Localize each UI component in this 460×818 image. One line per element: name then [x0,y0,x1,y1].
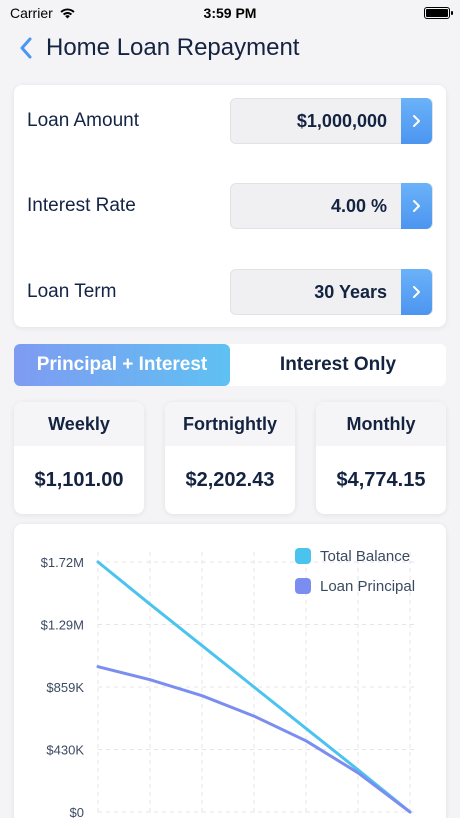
monthly-value: $4,774.15 [336,468,426,491]
status-left: Carrier [10,5,76,21]
interest-rate-arrow-button[interactable] [401,183,432,229]
monthly-label: Monthly [316,402,446,446]
interest-rate-field[interactable]: 4.00 % [230,183,433,229]
y-tick-label: $1.29M [41,618,84,633]
loan-amount-label: Loan Amount [27,110,139,131]
nav-bar: Home Loan Repayment [0,28,460,68]
legend-swatch [295,548,311,564]
legend-label: Loan Principal [320,578,415,595]
legend-swatch [295,578,311,594]
chevron-left-icon [20,37,32,59]
loan-inputs-card: Loan Amount $1,000,000 Interest Rate 4.0… [14,85,446,327]
loan-amount-value: $1,000,000 [296,110,387,131]
y-tick-label: $1.72M [41,555,84,570]
fortnightly-payment-card: Fortnightly $2,202.43 [165,402,295,514]
y-tick-label: $859K [46,680,84,695]
balance-chart-card: $1.72M $1.29M $859K $430K $0 Total Balance Loa… [14,524,446,818]
weekly-value: $1,101.00 [34,468,124,491]
battery-icon [424,7,453,19]
repayment-type-segment: Principal + Interest Interest Only [14,344,446,386]
monthly-payment-card: Monthly $4,774.15 [316,402,446,514]
chevron-right-icon [413,286,420,298]
chevron-right-icon [413,115,420,127]
carrier-label: Carrier [10,5,53,21]
y-tick-label: $0 [70,805,84,818]
chevron-right-icon [413,200,420,212]
loan-term-value: 30 Years [314,281,387,302]
status-bar: Carrier 3:59 PM [0,0,460,26]
interest-rate-label: Interest Rate [27,195,136,216]
loan-term-label: Loan Term [27,281,117,302]
loan-term-row: Loan Term 30 Years [14,269,446,315]
fortnightly-value: $2,202.43 [185,468,275,491]
balance-chart: $1.72M $1.29M $859K $430K $0 Total Balance Loa… [41,548,418,818]
loan-amount-arrow-button[interactable] [401,98,432,144]
legend-label: Total Balance [320,548,410,565]
wifi-icon [60,8,75,19]
weekly-payment-card: Weekly $1,101.00 [14,402,144,514]
weekly-label: Weekly [14,402,144,446]
loan-term-arrow-button[interactable] [401,269,432,315]
segment-principal-interest[interactable]: Principal + Interest [14,344,230,386]
y-tick-label: $430K [46,743,84,758]
back-button[interactable] [6,28,46,68]
segment-interest-only[interactable]: Interest Only [230,344,446,386]
loan-amount-field[interactable]: $1,000,000 [230,98,433,144]
page-title: Home Loan Repayment [46,34,300,61]
interest-rate-value: 4.00 % [330,195,387,216]
loan-amount-row: Loan Amount $1,000,000 [14,98,446,144]
loan-term-field[interactable]: 30 Years [230,269,433,315]
fortnightly-label: Fortnightly [165,402,295,446]
interest-rate-row: Interest Rate 4.00 % [14,183,446,229]
